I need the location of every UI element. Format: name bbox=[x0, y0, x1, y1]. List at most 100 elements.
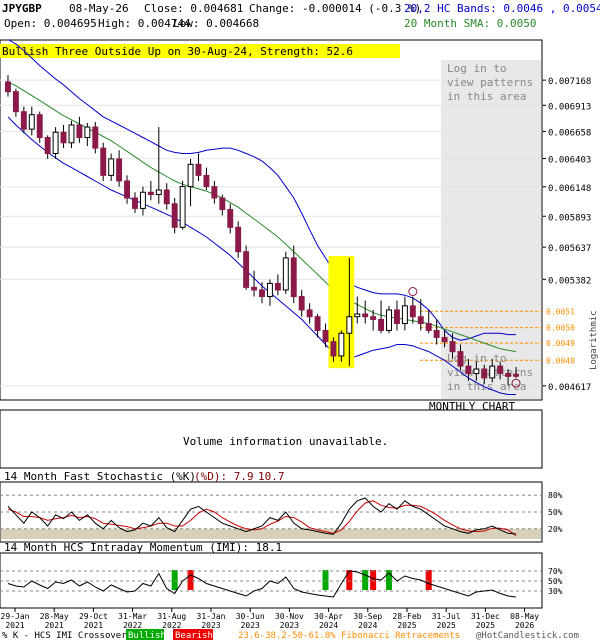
bearish-candle bbox=[298, 296, 305, 311]
bullish-candle bbox=[187, 163, 194, 188]
bearish-candle bbox=[441, 336, 448, 343]
imi-level-label: 50% bbox=[548, 577, 563, 586]
price-tick-label: 0.006913 bbox=[548, 102, 591, 112]
price-tick-label: 0.006658 bbox=[548, 128, 591, 138]
bullish-candle bbox=[401, 305, 408, 325]
bearish-candle bbox=[465, 365, 472, 374]
bearish-candle bbox=[20, 111, 27, 130]
x-tick-label: 30-Jun bbox=[236, 612, 265, 621]
footer-crossover-label: % K - HCS IMI Crossover: bbox=[2, 631, 132, 640]
bearish-candle bbox=[116, 158, 123, 182]
x-tick-year: 2025 bbox=[397, 621, 416, 630]
bearish-candle bbox=[211, 186, 218, 199]
bullish-candle bbox=[179, 186, 186, 228]
bullish-imi-signal bbox=[322, 570, 329, 590]
price-tick-label: 0.005382 bbox=[548, 276, 591, 286]
hc-bands-label: 20,2 HC Bands: 0.0046 , 0.0054 bbox=[404, 2, 600, 15]
bearish-candle bbox=[497, 365, 504, 374]
bearish-candle bbox=[12, 91, 19, 113]
bearish-candle bbox=[243, 251, 250, 288]
bullish-candle bbox=[338, 332, 345, 357]
bearish-candle bbox=[370, 316, 377, 320]
bullish-candle bbox=[473, 368, 480, 374]
footer-fib: 23.6-38.2-50-61.8% Fibonacci Retracement… bbox=[238, 631, 460, 640]
login-msg-line1: Log in to bbox=[447, 62, 507, 75]
x-tick-label: 31-Dec bbox=[471, 612, 500, 621]
x-tick-year: 2021 bbox=[5, 621, 24, 630]
price-tick-label: 0.004617 bbox=[548, 383, 591, 393]
x-tick-label: 28-Feb bbox=[393, 612, 422, 621]
bullish-imi-signal bbox=[171, 570, 178, 590]
bearish-candle bbox=[306, 309, 313, 318]
bearish-candle bbox=[92, 126, 99, 149]
bearish-candle bbox=[314, 316, 321, 331]
login-msg-line3: in this area bbox=[447, 90, 526, 103]
bearish-candle bbox=[433, 329, 440, 338]
bearish-candle bbox=[362, 313, 369, 318]
x-tick-label: 29-Oct bbox=[79, 612, 108, 621]
bullish-imi-signal bbox=[362, 570, 369, 590]
x-tick-label: 08-May bbox=[510, 612, 539, 621]
bearish-candle bbox=[481, 368, 488, 379]
bearish-candle bbox=[417, 316, 424, 325]
open-label: Open: 0.004695 bbox=[4, 17, 97, 30]
bearish-imi-signal bbox=[370, 570, 377, 590]
bearish-candle bbox=[60, 131, 67, 144]
bearish-candle bbox=[235, 226, 242, 253]
x-tick-year: 2023 bbox=[241, 621, 260, 630]
bearish-candle bbox=[457, 351, 464, 367]
bearish-candle bbox=[163, 189, 170, 205]
bullish-candle bbox=[266, 282, 273, 298]
bearish-candle bbox=[44, 137, 51, 154]
bearish-candle bbox=[409, 305, 416, 318]
footer-bullish: Bullish bbox=[128, 631, 166, 640]
x-tick-label: 29-Jan bbox=[1, 612, 30, 621]
price-tick-label: 0.005637 bbox=[548, 244, 591, 254]
imi-level-label: 70% bbox=[548, 567, 563, 576]
fib-label: 0.0049 bbox=[546, 339, 575, 348]
x-tick-label: 31-Mar bbox=[118, 612, 147, 621]
bearish-candle bbox=[378, 318, 385, 331]
stoch-level-label: 50% bbox=[548, 508, 563, 517]
bearish-candle bbox=[76, 124, 83, 139]
price-tick-label: 0.006403 bbox=[548, 156, 591, 166]
bullish-candle bbox=[155, 189, 162, 196]
imi-title: 14 Month HCS Intraday Momentum (IMI): 18… bbox=[4, 541, 282, 554]
x-tick-year: 2023 bbox=[280, 621, 299, 630]
bearish-candle bbox=[251, 286, 258, 291]
price-tick-label: 0.005893 bbox=[548, 213, 591, 223]
stoch-title: 14 Month Fast Stochastic (%K) bbox=[4, 470, 196, 483]
bullish-candle bbox=[139, 191, 146, 209]
close-label: Close: 0.004681 bbox=[144, 2, 243, 15]
footer-bearish: Bearish bbox=[175, 631, 213, 640]
bullish-candle bbox=[386, 309, 392, 331]
bearish-candle bbox=[322, 329, 329, 343]
bearish-candle bbox=[147, 191, 154, 196]
x-tick-year: 2024 bbox=[358, 621, 377, 630]
sma-label: 20 Month SMA: 0.0050 bbox=[404, 17, 536, 30]
bearish-candle bbox=[36, 114, 43, 139]
x-tick-label: 28-May bbox=[40, 612, 69, 621]
bullish-candle bbox=[346, 316, 353, 334]
bearish-candle bbox=[132, 197, 138, 209]
x-tick-year: 2023 bbox=[201, 621, 220, 630]
bearish-candle bbox=[330, 341, 337, 357]
date-label: 08-May-26 bbox=[69, 2, 129, 15]
x-tick-year: 2024 bbox=[319, 621, 338, 630]
bullish-candle bbox=[489, 365, 496, 379]
bearish-candle bbox=[259, 289, 265, 298]
x-tick-label: 31-Jan bbox=[197, 612, 226, 621]
bearish-candle bbox=[195, 163, 202, 176]
bullish-candle bbox=[28, 114, 35, 130]
bearish-candle bbox=[227, 209, 234, 228]
x-tick-year: 2022 bbox=[123, 621, 142, 630]
bearish-candle bbox=[290, 257, 297, 298]
bearish-candle bbox=[449, 341, 456, 353]
stoch-d-label: (%D): 7.9 bbox=[194, 470, 254, 483]
bearish-imi-signal bbox=[346, 570, 353, 590]
bearish-candle bbox=[100, 147, 107, 176]
bullish-candle bbox=[282, 257, 289, 291]
chart-root: JPYGBP 08-May-26 Close: 0.004681 Change:… bbox=[0, 2, 600, 640]
x-tick-label: 31-Aug bbox=[157, 612, 186, 621]
stoch-oversold-zone bbox=[1, 528, 541, 539]
